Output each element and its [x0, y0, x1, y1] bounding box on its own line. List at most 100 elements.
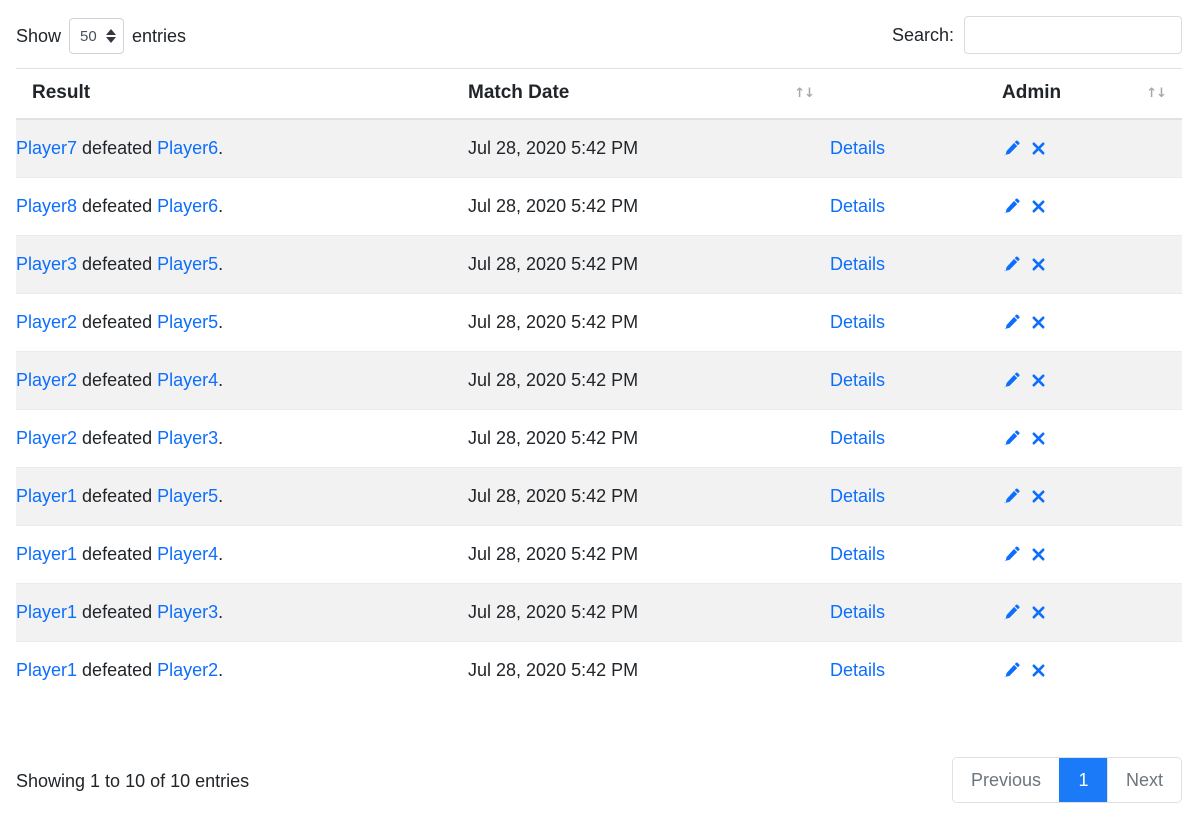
- details-link[interactable]: Details: [830, 138, 885, 158]
- x-icon[interactable]: [1029, 197, 1047, 217]
- loser-link[interactable]: Player4: [157, 370, 218, 390]
- result-period: .: [218, 544, 224, 564]
- result-period: .: [218, 660, 224, 680]
- cell-details: Details: [830, 177, 1002, 236]
- admin-actions: [1002, 545, 1182, 565]
- x-icon[interactable]: [1029, 429, 1047, 449]
- table-row: Player1 defeated Player2. Jul 28, 2020 5:…: [16, 641, 1182, 699]
- cell-admin: [1002, 525, 1182, 584]
- details-link[interactable]: Details: [830, 196, 885, 216]
- cell-details: Details: [830, 641, 1002, 699]
- cell-details: Details: [830, 293, 1002, 352]
- pencil-icon[interactable]: [1002, 255, 1020, 275]
- x-icon[interactable]: [1029, 487, 1047, 507]
- details-link[interactable]: Details: [830, 486, 885, 506]
- cell-details: Details: [830, 525, 1002, 584]
- pencil-icon[interactable]: [1002, 139, 1020, 159]
- table-row: Player2 defeated Player4. Jul 28, 2020 5:…: [16, 351, 1182, 410]
- search-label: Search:: [891, 24, 954, 45]
- table-row: Player2 defeated Player5. Jul 28, 2020 5:…: [16, 293, 1182, 352]
- x-icon[interactable]: [1029, 603, 1047, 623]
- winner-link[interactable]: Player7: [16, 138, 77, 158]
- cell-result: Player8 defeated Player6.: [16, 177, 468, 236]
- pencil-icon[interactable]: [1002, 545, 1020, 565]
- x-icon[interactable]: [1029, 371, 1047, 391]
- details-link[interactable]: Details: [830, 602, 885, 622]
- pencil-icon[interactable]: [1002, 603, 1020, 623]
- pagination-page-1[interactable]: 1: [1058, 758, 1107, 802]
- cell-details: Details: [830, 351, 1002, 410]
- column-label-match-date: Match Date: [468, 82, 570, 103]
- loser-link[interactable]: Player3: [157, 428, 218, 448]
- cell-match-date: Jul 28, 2020 5:42 PM: [468, 409, 830, 468]
- loser-link[interactable]: Player2: [157, 660, 218, 680]
- winner-link[interactable]: Player8: [16, 196, 77, 216]
- loser-link[interactable]: Player4: [157, 544, 218, 564]
- x-icon[interactable]: [1029, 313, 1047, 333]
- entries-select[interactable]: 50: [69, 18, 125, 54]
- cell-admin: [1002, 583, 1182, 642]
- winner-link[interactable]: Player3: [16, 254, 77, 274]
- cell-result: Player1 defeated Player4.: [16, 525, 468, 584]
- pencil-icon[interactable]: [1002, 487, 1020, 507]
- cell-result: Player1 defeated Player2.: [16, 641, 468, 699]
- cell-admin: [1002, 467, 1182, 526]
- details-link[interactable]: Details: [830, 370, 885, 390]
- table-head: Result Match Date ↑↓ Admin ↑↓: [16, 68, 1182, 120]
- details-link[interactable]: Details: [830, 428, 885, 448]
- pencil-icon[interactable]: [1002, 661, 1020, 681]
- column-header-result[interactable]: Result: [16, 68, 468, 120]
- column-header-admin[interactable]: Admin ↑↓: [1002, 68, 1182, 120]
- cell-result: Player2 defeated Player5.: [16, 293, 468, 352]
- cell-match-date: Jul 28, 2020 5:42 PM: [468, 467, 830, 526]
- cell-details: Details: [830, 409, 1002, 468]
- x-icon[interactable]: [1029, 139, 1047, 159]
- loser-link[interactable]: Player5: [157, 312, 218, 332]
- winner-link[interactable]: Player1: [16, 486, 77, 506]
- entries-length-control: Show 50 entries: [16, 18, 186, 54]
- table-controls: Show 50 entries Search:: [16, 0, 1182, 68]
- winner-link[interactable]: Player1: [16, 660, 77, 680]
- winner-link[interactable]: Player2: [16, 312, 77, 332]
- winner-link[interactable]: Player2: [16, 370, 77, 390]
- table-row: Player1 defeated Player4. Jul 28, 2020 5:…: [16, 525, 1182, 584]
- x-icon[interactable]: [1029, 661, 1047, 681]
- pagination-next[interactable]: Next: [1106, 758, 1181, 802]
- column-label-admin: Admin: [1002, 82, 1062, 103]
- pagination-previous[interactable]: Previous: [952, 758, 1059, 802]
- winner-link[interactable]: Player1: [16, 544, 77, 564]
- winner-link[interactable]: Player2: [16, 428, 77, 448]
- pencil-icon[interactable]: [1002, 197, 1020, 217]
- column-header-details: [830, 68, 1002, 120]
- sort-updown-icon[interactable]: ↑↓: [1146, 87, 1167, 100]
- result-period: .: [218, 428, 224, 448]
- loser-link[interactable]: Player5: [157, 486, 218, 506]
- show-label: Show: [16, 25, 62, 46]
- table-row: Player2 defeated Player3. Jul 28, 2020 5:…: [16, 409, 1182, 468]
- pencil-icon[interactable]: [1002, 429, 1020, 449]
- column-header-match-date[interactable]: Match Date ↑↓: [468, 68, 830, 120]
- loser-link[interactable]: Player6: [157, 138, 218, 158]
- details-link[interactable]: Details: [830, 544, 885, 564]
- cell-match-date: Jul 28, 2020 5:42 PM: [468, 641, 830, 699]
- pencil-icon[interactable]: [1002, 313, 1020, 333]
- sort-updown-icon[interactable]: ↑↓: [794, 87, 815, 100]
- pencil-icon[interactable]: [1002, 371, 1020, 391]
- admin-actions: [1002, 603, 1182, 623]
- result-verb: defeated: [82, 428, 153, 448]
- loser-link[interactable]: Player3: [157, 602, 218, 622]
- admin-actions: [1002, 661, 1182, 681]
- table-footer: Showing 1 to 10 of 10 entries Previous 1…: [16, 757, 1182, 817]
- search-input[interactable]: [964, 16, 1182, 54]
- details-link[interactable]: Details: [830, 254, 885, 274]
- entries-select-wrapper[interactable]: 50: [69, 18, 125, 54]
- loser-link[interactable]: Player6: [157, 196, 218, 216]
- details-link[interactable]: Details: [830, 312, 885, 332]
- cell-result: Player1 defeated Player5.: [16, 467, 468, 526]
- cell-match-date: Jul 28, 2020 5:42 PM: [468, 351, 830, 410]
- loser-link[interactable]: Player5: [157, 254, 218, 274]
- winner-link[interactable]: Player1: [16, 602, 77, 622]
- x-icon[interactable]: [1029, 255, 1047, 275]
- details-link[interactable]: Details: [830, 660, 885, 680]
- x-icon[interactable]: [1029, 545, 1047, 565]
